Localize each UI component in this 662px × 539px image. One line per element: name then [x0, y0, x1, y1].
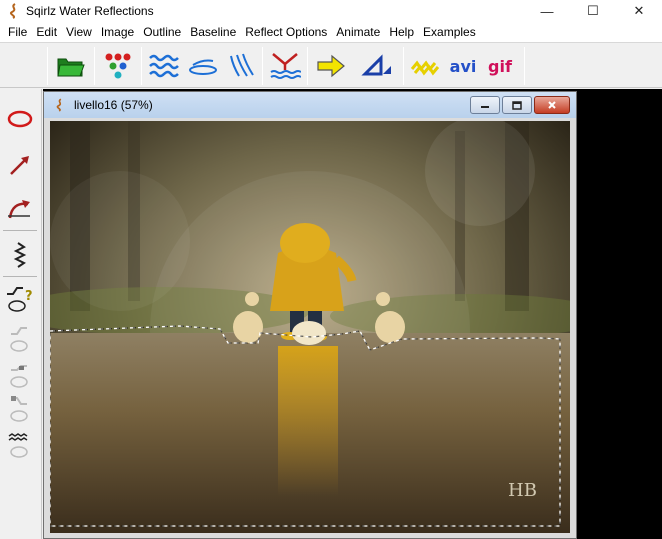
ellipse-tool-button[interactable]: [4, 103, 36, 135]
document-minimize-button[interactable]: [470, 96, 500, 114]
baseline-shape-2-button[interactable]: [4, 359, 36, 391]
ellipse-icon: [7, 110, 33, 128]
menu-bar: File Edit View Image Outline Baseline Re…: [0, 22, 662, 42]
color-dots-button[interactable]: [101, 49, 135, 83]
menu-edit[interactable]: Edit: [32, 22, 61, 42]
menu-reflect-options[interactable]: Reflect Options: [241, 22, 331, 42]
baseline-question-icon: ?: [7, 287, 33, 312]
reflect-button[interactable]: [268, 49, 302, 83]
app-title: Sqirlz Water Reflections: [26, 4, 154, 18]
menu-examples[interactable]: Examples: [419, 22, 480, 42]
baseline-shape-icon: [10, 327, 28, 352]
toolbar-separator: [524, 47, 525, 85]
triangle-ruler-icon: [361, 54, 391, 76]
left-toolbar: ?: [0, 89, 42, 539]
ellipse-ripples-button[interactable]: [186, 49, 220, 83]
right-arrow-icon: [317, 54, 345, 78]
diagonal-ripples-icon: [230, 53, 254, 77]
menu-animate[interactable]: Animate: [332, 22, 384, 42]
image-canvas[interactable]: HB: [50, 121, 570, 533]
main-toolbar: avi gif: [0, 42, 662, 88]
save-gif-button[interactable]: gif: [483, 49, 517, 83]
maximize-icon: ☐: [587, 3, 599, 18]
restore-icon: [512, 100, 522, 110]
mdi-workspace: livello16 (57%) HB: [43, 89, 662, 539]
image-document-window: livello16 (57%) HB: [43, 91, 577, 539]
ellipse-ripples-icon: [189, 59, 217, 75]
arrow-tool-button[interactable]: [4, 149, 36, 181]
baseline-shape-3-button[interactable]: [4, 393, 36, 425]
close-button[interactable]: ✕: [616, 0, 662, 22]
svg-text:?: ?: [25, 289, 33, 304]
baseline-waves-icon: [8, 433, 28, 458]
tool-separator: [3, 276, 37, 277]
menu-help[interactable]: Help: [385, 22, 418, 42]
document-icon: [52, 97, 68, 113]
curve-tool-button[interactable]: [4, 193, 36, 225]
open-file-button[interactable]: [54, 49, 88, 83]
menu-file[interactable]: File: [4, 22, 31, 42]
close-icon: ✕: [633, 3, 645, 18]
zigzag-icon: [13, 242, 27, 268]
toolbar-separator: [307, 47, 308, 85]
minimize-icon: [481, 106, 489, 108]
toolbar-separator: [141, 47, 142, 85]
baseline-shape-icon: [10, 396, 28, 422]
diagonal-ripples-button[interactable]: [224, 49, 258, 83]
document-title-bar[interactable]: livello16 (57%): [44, 92, 576, 118]
open-folder-icon: [57, 58, 85, 77]
apply-arrow-button[interactable]: [314, 49, 348, 83]
close-icon: [548, 101, 556, 109]
app-icon: [4, 1, 24, 21]
photo: HB: [50, 121, 570, 533]
maximize-button[interactable]: ☐: [570, 0, 616, 22]
minimize-icon: —: [540, 3, 554, 19]
reflect-icon: [270, 53, 301, 79]
baseline-shape-icon: [10, 365, 28, 388]
document-close-button[interactable]: [534, 96, 570, 114]
color-dots-icon: [105, 53, 131, 79]
curve-arrow-icon: [8, 200, 30, 219]
toolbar-separator: [94, 47, 95, 85]
wave-ripples-icon: [149, 54, 179, 78]
baseline-waves-button[interactable]: [4, 429, 36, 461]
baseline-help-button[interactable]: ?: [4, 283, 36, 315]
menu-baseline[interactable]: Baseline: [186, 22, 240, 42]
menu-view[interactable]: View: [62, 22, 96, 42]
menu-outline[interactable]: Outline: [139, 22, 185, 42]
document-restore-button[interactable]: [502, 96, 532, 114]
animate-waves-button[interactable]: [408, 49, 442, 83]
zigzag-tool-button[interactable]: [4, 239, 36, 271]
yellow-waves-icon: [410, 60, 440, 76]
toolbar-separator: [47, 47, 48, 85]
menu-image[interactable]: Image: [97, 22, 138, 42]
title-bar: Sqirlz Water Reflections — ☐ ✕: [0, 0, 662, 22]
photo-signature: HB: [508, 480, 537, 501]
perspective-button[interactable]: [360, 49, 394, 83]
gif-label: gif: [488, 56, 512, 76]
tool-separator: [3, 230, 37, 231]
document-title: livello16 (57%): [74, 98, 153, 112]
minimize-button[interactable]: —: [524, 0, 570, 22]
save-avi-button[interactable]: avi: [446, 49, 480, 83]
avi-label: avi: [449, 56, 477, 76]
baseline-shape-1-button[interactable]: [4, 323, 36, 355]
diagonal-arrow-icon: [10, 156, 29, 175]
wave-ripples-button[interactable]: [147, 49, 181, 83]
toolbar-separator: [403, 47, 404, 85]
toolbar-separator: [262, 47, 263, 85]
